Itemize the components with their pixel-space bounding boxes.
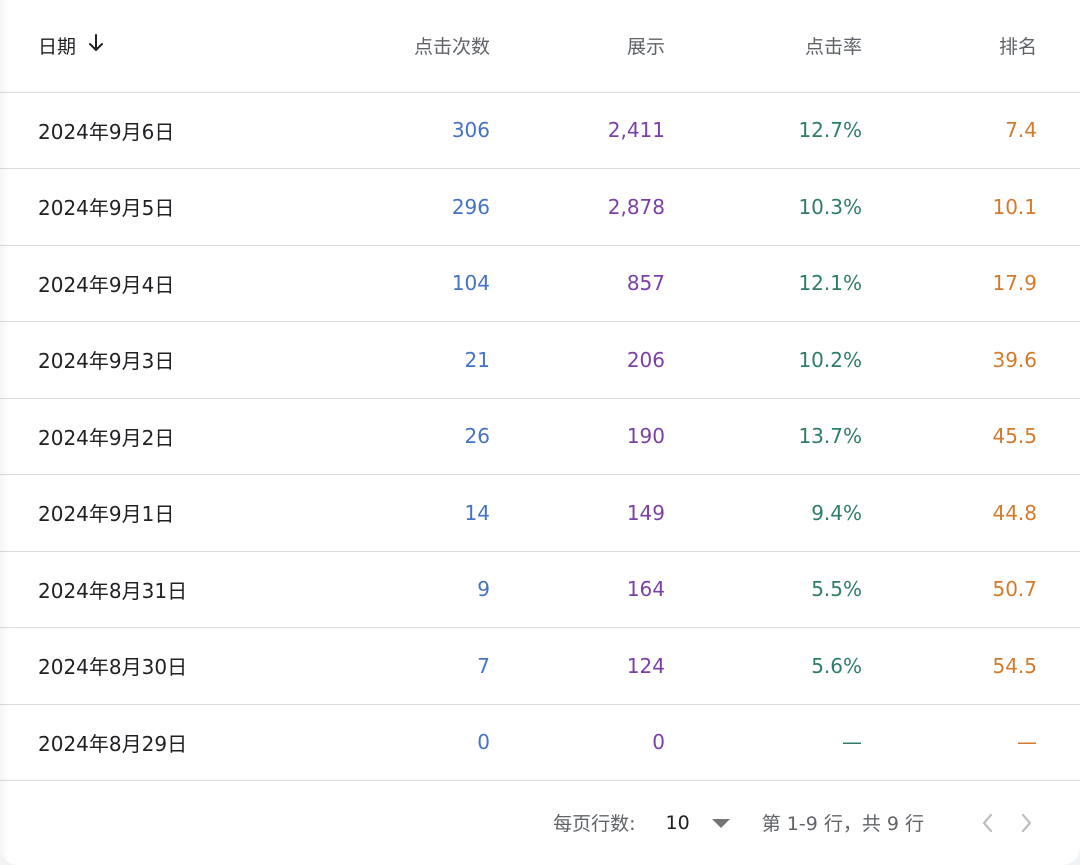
cell-clicks: 0 (300, 704, 510, 781)
performance-table-card: 日期 点击次数 展示 点击率 排名 2024年9月6日 306 2,411 12… (0, 0, 1080, 865)
cell-position: 45.5 (882, 398, 1080, 475)
column-header-impressions[interactable]: 展示 (510, 0, 685, 93)
cell-clicks: 26 (300, 398, 510, 475)
cell-date: 2024年8月31日 (0, 551, 300, 628)
column-header-clicks[interactable]: 点击次数 (300, 0, 510, 93)
cell-position: 10.1 (882, 168, 1080, 246)
cell-position: 39.6 (882, 321, 1080, 399)
cell-date: 2024年9月2日 (0, 398, 300, 475)
cell-impressions: 206 (510, 321, 685, 399)
cell-impressions: 164 (510, 551, 685, 628)
cell-ctr: 10.3% (685, 168, 882, 246)
cell-position: 17.9 (882, 245, 1080, 322)
performance-table: 日期 点击次数 展示 点击率 排名 2024年9月6日 306 2,411 12… (0, 0, 1080, 781)
chevron-left-icon[interactable] (974, 810, 1000, 836)
table-row[interactable]: 2024年9月5日 296 2,878 10.3% 10.1 (0, 168, 1080, 246)
rows-per-page-select[interactable]: 10 (666, 812, 730, 834)
table-row[interactable]: 2024年8月30日 7 124 5.6% 54.5 (0, 627, 1080, 705)
cell-date: 2024年9月5日 (0, 168, 300, 246)
arrow-down-icon[interactable] (88, 34, 104, 57)
cell-date: 2024年8月30日 (0, 627, 300, 705)
table-row[interactable]: 2024年9月4日 104 857 12.1% 17.9 (0, 245, 1080, 322)
chevron-right-icon[interactable] (1014, 810, 1040, 836)
table-body: 2024年9月6日 306 2,411 12.7% 7.4 2024年9月5日 … (0, 92, 1080, 781)
cell-clicks: 21 (300, 321, 510, 399)
cell-position: 7.4 (882, 92, 1080, 169)
cell-date: 2024年9月3日 (0, 321, 300, 399)
cell-ctr: — (685, 704, 882, 781)
column-header-ctr[interactable]: 点击率 (685, 0, 882, 93)
cell-ctr: 5.5% (685, 551, 882, 628)
column-header-date[interactable]: 日期 (0, 0, 300, 93)
cell-clicks: 104 (300, 245, 510, 322)
cell-impressions: 0 (510, 704, 685, 781)
table-header: 日期 点击次数 展示 点击率 排名 (0, 0, 1080, 93)
cell-ctr: 12.1% (685, 245, 882, 322)
column-header-position[interactable]: 排名 (882, 0, 1080, 93)
pagination-range: 第 1-9 行，共 9 行 (761, 813, 924, 835)
header-row: 日期 点击次数 展示 点击率 排名 (0, 0, 1080, 93)
pagination-bar: 每页行数: 10 第 1-9 行，共 9 行 (0, 780, 1080, 865)
cell-clicks: 14 (300, 474, 510, 552)
cell-impressions: 2,411 (510, 92, 685, 169)
cell-date: 2024年9月6日 (0, 92, 300, 169)
cell-clicks: 306 (300, 92, 510, 169)
cell-position: 44.8 (882, 474, 1080, 552)
cell-impressions: 190 (510, 398, 685, 475)
table-row[interactable]: 2024年8月29日 0 0 — — (0, 704, 1080, 781)
column-header-date-label: 日期 (38, 36, 77, 59)
cell-ctr: 9.4% (685, 474, 882, 552)
cell-clicks: 9 (300, 551, 510, 628)
cell-ctr: 12.7% (685, 92, 882, 169)
table-row[interactable]: 2024年9月1日 14 149 9.4% 44.8 (0, 474, 1080, 552)
cell-impressions: 124 (510, 627, 685, 705)
table-row[interactable]: 2024年8月31日 9 164 5.5% 50.7 (0, 551, 1080, 628)
triangle-down-icon[interactable] (711, 812, 730, 834)
table-row[interactable]: 2024年9月3日 21 206 10.2% 39.6 (0, 321, 1080, 399)
cell-clicks: 296 (300, 168, 510, 246)
cell-position: 50.7 (882, 551, 1080, 628)
cell-impressions: 149 (510, 474, 685, 552)
cell-impressions: 2,878 (510, 168, 685, 246)
rows-per-page-value: 10 (665, 811, 690, 834)
cell-position: 54.5 (882, 627, 1080, 705)
cell-position: — (882, 704, 1080, 781)
cell-impressions: 857 (510, 245, 685, 322)
cell-ctr: 5.6% (685, 627, 882, 705)
cell-date: 2024年8月29日 (0, 704, 300, 781)
table-row[interactable]: 2024年9月6日 306 2,411 12.7% 7.4 (0, 92, 1080, 169)
table-row[interactable]: 2024年9月2日 26 190 13.7% 45.5 (0, 398, 1080, 475)
cell-clicks: 7 (300, 627, 510, 705)
cell-ctr: 13.7% (685, 398, 882, 475)
cell-ctr: 10.2% (685, 321, 882, 399)
rows-per-page-label: 每页行数: (553, 813, 636, 835)
cell-date: 2024年9月4日 (0, 245, 300, 322)
cell-date: 2024年9月1日 (0, 474, 300, 552)
